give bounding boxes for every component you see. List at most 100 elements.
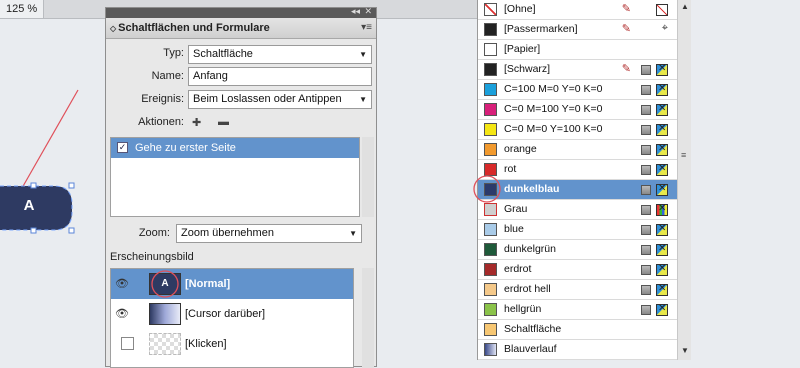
cmyk-mode-icon: [656, 263, 668, 276]
swatch-row[interactable]: Blauverlauf: [478, 340, 677, 360]
swatch-row[interactable]: C=100 M=0 Y=0 K=0: [478, 80, 677, 100]
swatch-name: dunkelgrün: [504, 243, 556, 255]
action-checkbox[interactable]: ✓: [117, 142, 128, 153]
pencil-crossed-icon: ✎: [621, 23, 631, 35]
name-input[interactable]: Anfang: [188, 67, 372, 86]
chevron-down-icon: ▼: [349, 229, 357, 238]
document-button-text[interactable]: A: [14, 197, 44, 214]
appearance-state-click[interactable]: [Klicken]: [111, 329, 353, 359]
process-color-icon: [641, 65, 651, 75]
swatch-row[interactable]: [Passermarken] ✎ ⌖: [478, 20, 677, 40]
swatch-name: dunkelblau: [504, 183, 560, 195]
event-dropdown[interactable]: Beim Loslassen oder Antippen ▼: [188, 90, 372, 109]
swatch-row[interactable]: [Papier]: [478, 40, 677, 60]
swatch-chip: [484, 323, 497, 336]
swatch-row[interactable]: dunkelgrün: [478, 240, 677, 260]
eye-icon[interactable]: 👁: [115, 307, 129, 321]
swatch-row[interactable]: [Ohne] ✎: [478, 0, 677, 20]
zoom-value: Zoom übernehmen: [181, 227, 274, 239]
swatch-row[interactable]: rot: [478, 160, 677, 180]
process-color-icon: [641, 125, 651, 135]
scroll-grip-icon[interactable]: ≡: [681, 150, 686, 160]
selection-handle: [30, 182, 37, 189]
swatch-name: hellgrün: [504, 303, 542, 315]
swatch-name: [Passermarken]: [504, 23, 578, 35]
cmyk-mode-icon: [656, 163, 668, 176]
process-color-icon: [641, 85, 651, 95]
appearance-state-hover[interactable]: 👁 [Cursor darüber]: [111, 299, 353, 329]
swatch-name: C=0 M=0 Y=100 K=0: [504, 123, 603, 135]
panel-menu-icon[interactable]: ▾≡: [361, 22, 372, 33]
process-color-icon: [641, 265, 651, 275]
state-checkbox[interactable]: [121, 337, 134, 350]
event-value: Beim Loslassen oder Antippen: [193, 93, 342, 105]
swatch-row[interactable]: hellgrün: [478, 300, 677, 320]
panel-tab-arrows-icon[interactable]: ◇: [110, 24, 116, 33]
swatch-name: [Papier]: [504, 43, 541, 55]
process-color-icon: [641, 185, 651, 195]
swatch-chip: [484, 303, 497, 316]
action-item[interactable]: ✓ Gehe zu erster Seite: [111, 138, 359, 158]
action-list-scrollbar[interactable]: [362, 137, 374, 217]
swatch-row[interactable]: erdrot hell: [478, 280, 677, 300]
swatch-name: Grau: [504, 203, 528, 215]
swatch-row[interactable]: [Schwarz] ✎: [478, 60, 677, 80]
buttons-forms-panel: ◂◂ ✕ ◇ Schaltflächen und Formulare ▾≡ Typ…: [105, 6, 377, 368]
scroll-up-icon[interactable]: ▲: [681, 2, 689, 11]
cmyk-mode-icon: [656, 123, 668, 136]
swatch-chip: [484, 103, 497, 116]
swatch-chip: [484, 63, 497, 76]
swatch-row[interactable]: Grau: [478, 200, 677, 220]
swatch-row[interactable]: C=0 M=0 Y=100 K=0: [478, 120, 677, 140]
selection-handle: [30, 227, 37, 234]
eye-icon[interactable]: 👁: [115, 277, 129, 291]
type-dropdown[interactable]: Schaltfläche ▼: [188, 45, 372, 64]
collapse-icon[interactable]: ◂◂: [351, 6, 360, 17]
process-color-icon: [641, 145, 651, 155]
remove-action-icon[interactable]: ▬: [218, 116, 229, 128]
action-item-label: Gehe zu erster Seite: [135, 142, 236, 154]
add-action-icon[interactable]: ✚: [192, 116, 201, 129]
swatch-name: erdrot: [504, 263, 532, 275]
panel-topbar: ◂◂ ✕: [106, 6, 376, 18]
scroll-down-icon[interactable]: ▼: [681, 346, 689, 355]
panel-title[interactable]: Schaltflächen und Formulare: [118, 22, 270, 34]
swatch-row[interactable]: C=0 M=100 Y=0 K=0: [478, 100, 677, 120]
swatch-chip: [484, 83, 497, 96]
panel-header: ◇ Schaltflächen und Formulare ▾≡: [106, 18, 376, 39]
zoom-dropdown[interactable]: Zoom übernehmen ▼: [176, 224, 362, 243]
swatch-name: Blauverlauf: [504, 343, 557, 355]
cmyk-mode-icon: [656, 223, 668, 236]
type-label: Typ:: [163, 47, 184, 59]
workspace-background: [691, 0, 800, 360]
appearance-list-scrollbar[interactable]: [362, 268, 374, 368]
swatch-row[interactable]: blue: [478, 220, 677, 240]
swatch-chip: [484, 283, 497, 296]
none-swatch-icon: [656, 4, 668, 16]
swatch-name: orange: [504, 143, 537, 155]
appearance-state-normal[interactable]: 👁 A [Normal]: [111, 269, 353, 299]
appearance-thumb-empty: [149, 333, 181, 355]
swatch-name: C=100 M=0 Y=0 K=0: [504, 83, 603, 95]
swatch-name: rot: [504, 163, 517, 175]
swatch-chip: [484, 43, 497, 56]
name-value: Anfang: [193, 70, 228, 82]
registration-icon: ⌖: [661, 22, 668, 34]
name-label: Name:: [151, 70, 184, 82]
process-color-icon: [641, 165, 651, 175]
swatch-row[interactable]: orange: [478, 140, 677, 160]
swatch-row-selected[interactable]: dunkelblau: [473, 175, 677, 203]
swatch-name: erdrot hell: [504, 283, 551, 295]
cmyk-mode-icon: [656, 283, 668, 296]
close-icon[interactable]: ✕: [364, 6, 372, 17]
swatch-row[interactable]: erdrot: [478, 260, 677, 280]
cmyk-mode-icon: [656, 243, 668, 256]
selection-handle: [68, 227, 75, 234]
swatch-name: C=0 M=100 Y=0 K=0: [504, 103, 603, 115]
swatches-scrollbar[interactable]: ▲ ≡ ▼: [677, 0, 692, 360]
chevron-down-icon: ▼: [359, 95, 367, 104]
cmyk-mode-icon: [656, 183, 668, 196]
cmyk-mode-icon: [656, 63, 668, 76]
swatch-row[interactable]: Schaltfläche: [478, 320, 677, 340]
process-color-icon: [641, 205, 651, 215]
